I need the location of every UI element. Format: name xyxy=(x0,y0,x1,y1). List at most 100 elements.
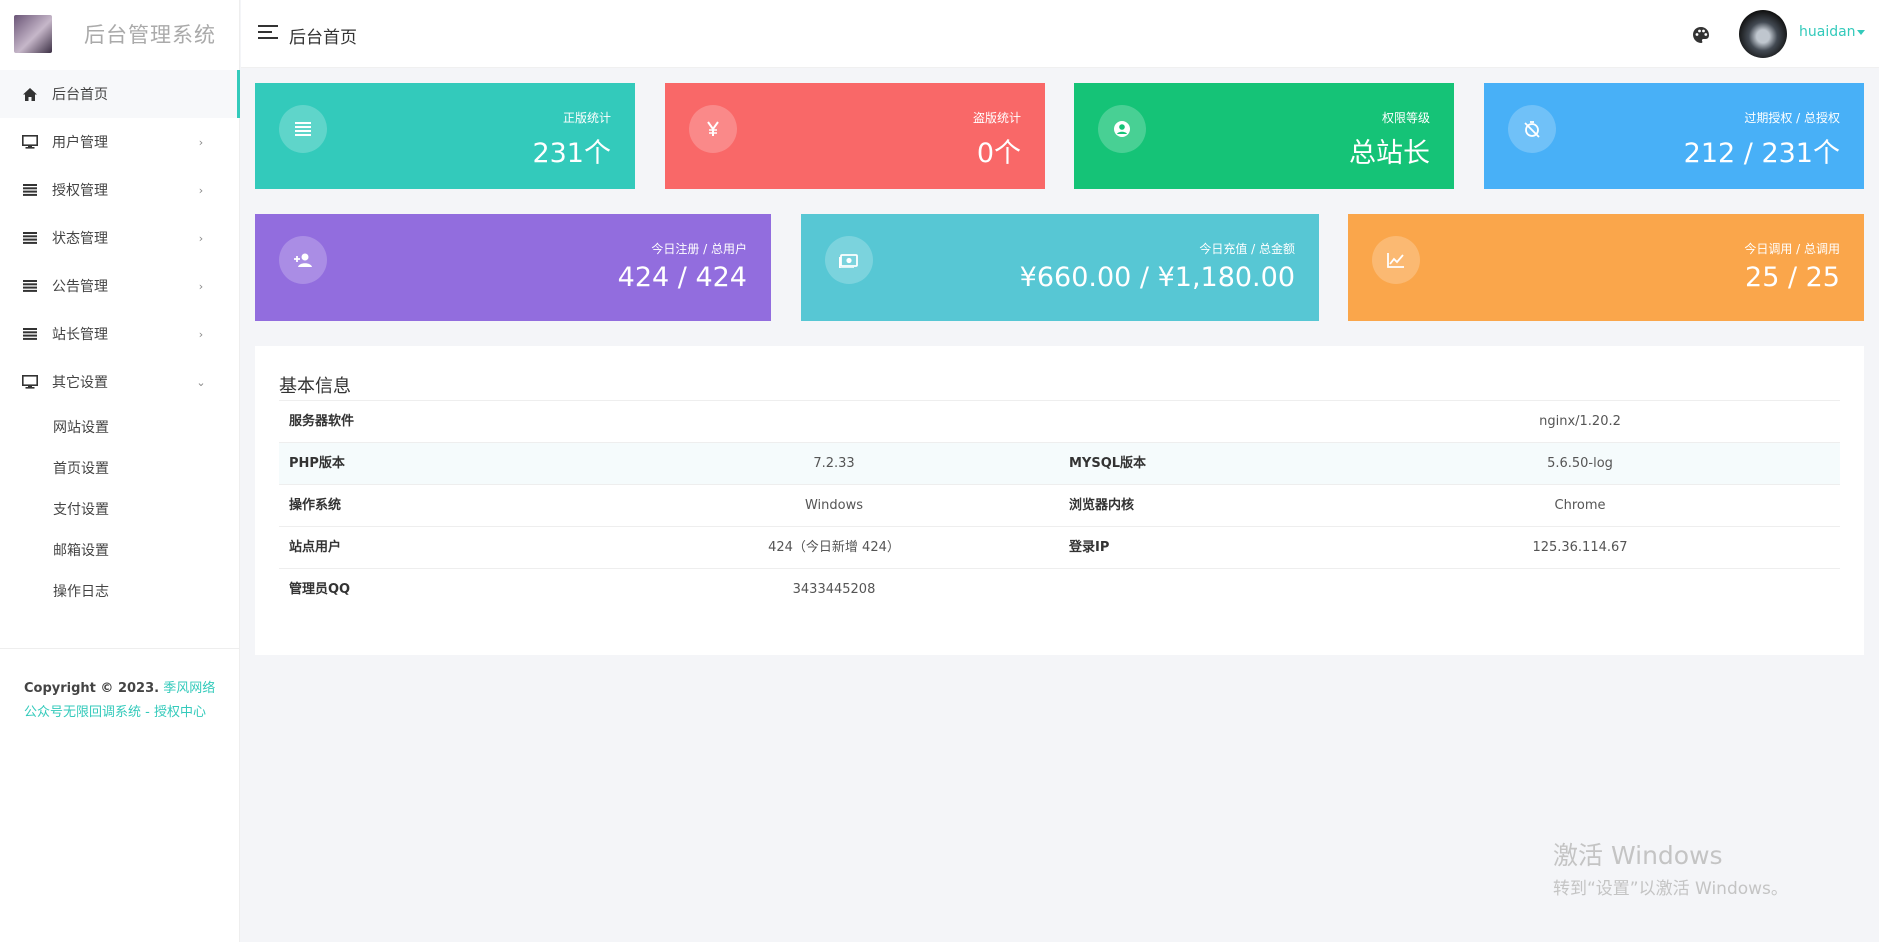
stat-card-calls: 今日调用 / 总调用 25 / 25 xyxy=(1348,214,1864,321)
row-label: 站点用户 xyxy=(289,540,342,555)
row-value: 5.6.50-log xyxy=(1547,456,1613,471)
avatar[interactable] xyxy=(1739,10,1787,58)
sidebar-item-admin[interactable]: 站长管理 › xyxy=(0,310,239,358)
table-row: 站点用户 424（今日新增 424） 登录IP 125.36.114.67 xyxy=(279,527,1840,569)
monitor-icon xyxy=(22,134,38,150)
submenu-item-mail-settings[interactable]: 邮箱设置 xyxy=(0,529,239,570)
chevron-right-icon: › xyxy=(198,279,204,293)
user-name[interactable]: huaidan xyxy=(1799,24,1856,40)
menu-toggle-icon[interactable] xyxy=(258,25,278,41)
chevron-right-icon: › xyxy=(198,231,204,245)
stat-value: 0个 xyxy=(976,138,1021,169)
stat-card-recharge: 今日充值 / 总金额 ¥660.00 / ¥1,180.00 xyxy=(801,214,1319,321)
sidebar-item-license[interactable]: 授权管理 › xyxy=(0,166,239,214)
list-icon xyxy=(22,230,38,246)
sidebar-item-status[interactable]: 状态管理 › xyxy=(0,214,239,262)
list-icon xyxy=(22,182,38,198)
sidebar-item-label: 站长管理 xyxy=(52,327,108,343)
row-label: 登录IP xyxy=(1069,540,1110,555)
caret-down-icon[interactable] xyxy=(1857,30,1865,35)
sidebar-item-label: 授权管理 xyxy=(52,183,108,199)
table-row: PHP版本 7.2.33 MYSQL版本 5.6.50-log xyxy=(279,443,1840,485)
stat-card-pirated: 盗版统计 0个 xyxy=(665,83,1045,189)
sidebar-item-notice[interactable]: 公告管理 › xyxy=(0,262,239,310)
sidebar-item-label: 用户管理 xyxy=(52,135,108,151)
sidebar: 后台管理系统 后台首页 用户管理 › 授权管理 › 状态管理 › 公告管理 › … xyxy=(0,0,240,942)
stat-value: 424 / 424 xyxy=(617,262,747,293)
stat-card-register: 今日注册 / 总用户 424 / 424 xyxy=(255,214,771,321)
stat-label: 今日注册 / 总用户 xyxy=(651,242,747,256)
list-icon xyxy=(22,326,38,342)
row-value: 7.2.33 xyxy=(813,456,855,471)
row-value: nginx/1.20.2 xyxy=(1539,414,1621,429)
watermark-subtitle: 转到“设置”以激活 Windows。 xyxy=(1553,879,1788,899)
sidebar-menu: 后台首页 用户管理 › 授权管理 › 状态管理 › 公告管理 › 站长管理 › … xyxy=(0,70,240,406)
sidebar-item-home[interactable]: 后台首页 xyxy=(0,70,240,118)
table-row: 管理员QQ 3433445208 xyxy=(279,569,1059,611)
sidebar-item-label: 公告管理 xyxy=(52,279,108,295)
submenu-item-site-settings[interactable]: 网站设置 xyxy=(0,406,239,447)
stat-value: ¥660.00 / ¥1,180.00 xyxy=(1019,262,1295,293)
row-label: 服务器软件 xyxy=(289,414,355,429)
stat-label: 正版统计 xyxy=(562,111,611,125)
panel-title: 基本信息 xyxy=(279,376,351,397)
brand: 后台管理系统 xyxy=(0,0,239,68)
monitor-icon xyxy=(22,374,38,390)
submenu-item-home-settings[interactable]: 首页设置 xyxy=(0,447,239,488)
table-row: 服务器软件 nginx/1.20.2 xyxy=(279,401,1840,443)
stat-label: 过期授权 / 总授权 xyxy=(1744,111,1840,125)
chevron-right-icon: › xyxy=(198,183,204,197)
row-label: 浏览器内核 xyxy=(1069,498,1135,513)
stat-value: 总站长 xyxy=(1349,138,1430,169)
cash-icon xyxy=(825,236,873,284)
stat-value: 212 / 231个 xyxy=(1683,138,1840,169)
watermark-title: 激活 Windows xyxy=(1553,841,1723,870)
stat-label: 盗版统计 xyxy=(972,111,1021,125)
row-value: 424（今日新增 424） xyxy=(768,540,900,555)
sidebar-item-label: 后台首页 xyxy=(52,87,108,103)
sidebar-submenu: 网站设置 首页设置 支付设置 邮箱设置 操作日志 xyxy=(0,406,239,611)
row-label: 操作系统 xyxy=(289,498,342,513)
stat-card-genuine: 正版统计 231个 xyxy=(255,83,635,189)
brand-logo[interactable] xyxy=(14,15,52,53)
stat-label: 今日调用 / 总调用 xyxy=(1744,242,1840,256)
stat-card-expired: 过期授权 / 总授权 212 / 231个 xyxy=(1484,83,1864,189)
page-title: 后台首页 xyxy=(289,28,357,48)
basic-info-panel: 基本信息 服务器软件 nginx/1.20.2 PHP版本 7.2.33 MYS… xyxy=(255,346,1864,655)
submenu-item-payment-settings[interactable]: 支付设置 xyxy=(0,488,239,529)
row-label: PHP版本 xyxy=(289,456,345,471)
user-circle-icon xyxy=(1098,105,1146,153)
sidebar-item-users[interactable]: 用户管理 › xyxy=(0,118,239,166)
sidebar-item-label: 其它设置 xyxy=(52,375,108,391)
yen-icon xyxy=(689,105,737,153)
top-header: 后台首页 huaidan xyxy=(241,0,1879,68)
row-label: 管理员QQ xyxy=(289,582,351,597)
row-value: Windows xyxy=(804,498,864,513)
stat-value: 25 / 25 xyxy=(1745,262,1840,293)
sidebar-footer: Copyright © 2023. 季风网络公众号无限回调系统 - 授权中心 xyxy=(0,648,240,725)
list-icon xyxy=(22,278,38,294)
stat-label: 权限等级 xyxy=(1381,111,1430,125)
chevron-right-icon: › xyxy=(198,135,204,149)
home-icon xyxy=(22,86,38,102)
user-add-icon xyxy=(279,236,327,284)
line-chart-icon xyxy=(1372,236,1420,284)
brand-title: 后台管理系统 xyxy=(84,23,216,47)
timer-off-icon xyxy=(1508,105,1556,153)
row-value: 125.36.114.67 xyxy=(1532,540,1628,555)
table-row: 操作系统 Windows 浏览器内核 Chrome xyxy=(279,485,1840,527)
palette-icon[interactable] xyxy=(1691,25,1711,45)
row-label: MYSQL版本 xyxy=(1069,456,1147,471)
copyright-text: Copyright © 2023. xyxy=(24,681,160,696)
list-icon xyxy=(279,105,327,153)
sidebar-item-label: 状态管理 xyxy=(52,231,108,247)
stat-label: 今日充值 / 总金额 xyxy=(1199,242,1295,256)
chevron-down-icon: ⌄ xyxy=(196,375,206,389)
sidebar-item-other-settings[interactable]: 其它设置 ⌄ xyxy=(0,358,239,406)
submenu-item-operation-log[interactable]: 操作日志 xyxy=(0,570,239,611)
row-value: 3433445208 xyxy=(792,582,876,597)
stat-card-permission: 权限等级 总站长 xyxy=(1074,83,1454,189)
stat-value: 231个 xyxy=(532,138,611,169)
windows-activation-watermark: 激活 Windows 转到“设置”以激活 Windows。 xyxy=(1553,836,1788,899)
chevron-right-icon: › xyxy=(198,327,204,341)
